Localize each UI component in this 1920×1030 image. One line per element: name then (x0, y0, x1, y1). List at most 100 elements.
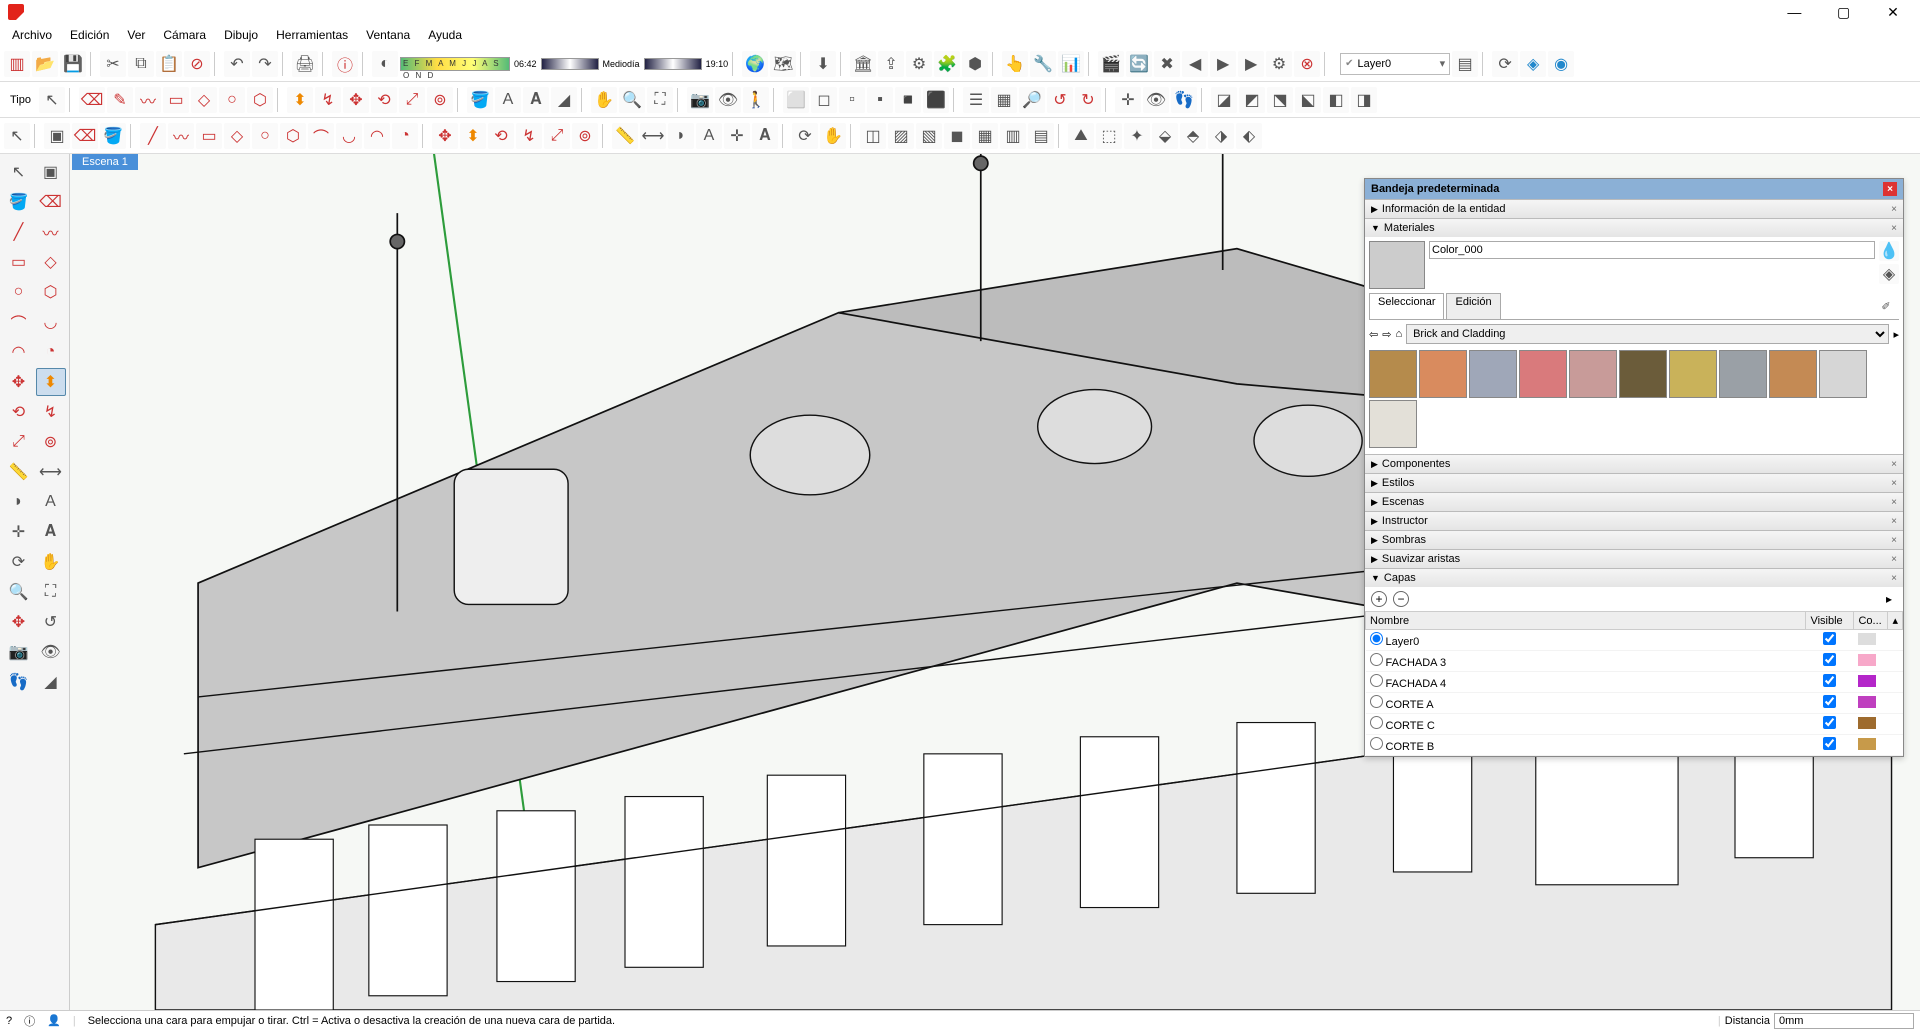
lt-circle-icon[interactable]: ○ (4, 278, 34, 306)
nav-back-icon[interactable]: ⇦ (1369, 328, 1378, 341)
view-left-icon[interactable]: ◾ (895, 87, 921, 113)
menu-draw[interactable]: Dibujo (216, 26, 266, 44)
lt-zoomext-icon[interactable]: ✥ (4, 608, 34, 636)
scale2-icon[interactable]: ⤢ (544, 123, 570, 149)
sandbox-6-icon[interactable]: ⬗ (1208, 123, 1234, 149)
offset2-icon[interactable]: ⊚ (572, 123, 598, 149)
panel-soften-head[interactable]: ▶Suavizar aristas× (1365, 550, 1903, 568)
eye-icon[interactable]: 👁 (1143, 87, 1169, 113)
tape-measure-icon[interactable]: 📏 (612, 123, 638, 149)
lt-section-icon[interactable]: ◢ (36, 668, 66, 696)
move2-icon[interactable]: ✥ (432, 123, 458, 149)
ext-3-icon[interactable]: ⬢ (962, 51, 988, 77)
tray-close-icon[interactable]: × (1883, 182, 1897, 196)
panel-close-icon[interactable]: × (1891, 497, 1897, 508)
lt-dim-icon[interactable]: ⟷ (36, 458, 66, 486)
layer-row[interactable]: Layer0 (1366, 630, 1903, 651)
panel-close-icon[interactable]: × (1891, 573, 1897, 584)
style-xray-icon[interactable]: ◫ (860, 123, 886, 149)
copy-icon[interactable]: ⧉ (128, 51, 154, 77)
sample-paint-icon[interactable]: 💧 (1879, 241, 1899, 261)
view-right-icon[interactable]: ▫ (839, 87, 865, 113)
shadow-toggle-icon[interactable]: ◐ (372, 51, 398, 77)
3dtext2-icon[interactable]: 𝐀 (752, 123, 778, 149)
solids-5-icon[interactable]: ◧ (1323, 87, 1349, 113)
layer-visible-check[interactable] (1823, 695, 1836, 708)
scene-prev-icon[interactable]: ◀ (1182, 51, 1208, 77)
cut-icon[interactable]: ✂ (100, 51, 126, 77)
lt-protractor-icon[interactable]: ◗ (4, 488, 34, 516)
view-bottom-icon[interactable]: ⬛ (923, 87, 949, 113)
material-library-dropdown[interactable]: Brick and Cladding (1406, 324, 1889, 344)
lt-eraser-icon[interactable]: ⌫ (36, 188, 66, 216)
sandbox-1-icon[interactable]: ⛰ (1068, 123, 1094, 149)
lt-rotate-icon[interactable]: ⟲ (4, 398, 34, 426)
panel-close-icon[interactable]: × (1891, 223, 1897, 234)
lt-pushpull-icon[interactable]: ⬍ (36, 368, 66, 396)
lt-axes-icon[interactable]: ✛ (4, 518, 34, 546)
lt-polygon-icon[interactable]: ⬡ (36, 278, 66, 306)
section-icon[interactable]: ◢ (551, 87, 577, 113)
eyedropper-icon[interactable]: ✐ (1873, 293, 1899, 319)
ext-manager-icon[interactable]: 🧩 (934, 51, 960, 77)
look-around-icon[interactable]: 👁 (715, 87, 741, 113)
create-material-icon[interactable]: ◈ (1879, 264, 1899, 284)
layer-visible-check[interactable] (1823, 632, 1836, 645)
warehouse-icon[interactable]: 🏛 (850, 51, 876, 77)
close-button[interactable]: ✕ (1870, 0, 1916, 24)
lt-pie-icon[interactable]: ◔ (36, 338, 66, 366)
pushpull2-icon[interactable]: ⬍ (460, 123, 486, 149)
geo-toggle-icon[interactable]: 🗺 (770, 51, 796, 77)
lt-paint-icon[interactable]: 🪣 (4, 188, 34, 216)
layers-menu-icon[interactable]: ▸ (1881, 591, 1897, 607)
layer-manager-icon[interactable]: ▤ (1452, 51, 1478, 77)
rotate-icon[interactable]: ⟲ (371, 87, 397, 113)
layer-color-swatch[interactable] (1858, 696, 1876, 708)
lt-pan-icon[interactable]: ✋ (36, 548, 66, 576)
panel-scenes-head[interactable]: ▶Escenas× (1365, 493, 1903, 511)
sandbox-4-icon[interactable]: ⬙ (1152, 123, 1178, 149)
lt-arc-icon[interactable]: ⌒ (4, 308, 34, 336)
col-name[interactable]: Nombre (1366, 612, 1806, 630)
tab-select[interactable]: Seleccionar (1369, 293, 1444, 319)
layer-row[interactable]: FACHADA 3 (1366, 651, 1903, 672)
layer-dropdown[interactable]: Layer0 (1340, 53, 1450, 75)
walk-icon[interactable]: 🚶 (743, 87, 769, 113)
solids-3-icon[interactable]: ⬔ (1267, 87, 1293, 113)
scene-update-icon[interactable]: 🔄 (1126, 51, 1152, 77)
col-visible[interactable]: Visible (1806, 612, 1854, 630)
view-iso-icon[interactable]: ◈ (1520, 51, 1546, 77)
lt-zoom-icon[interactable]: 🔍 (4, 578, 34, 606)
delete-icon[interactable]: ⊘ (184, 51, 210, 77)
view-front-icon[interactable]: ◻ (811, 87, 837, 113)
dimension-icon[interactable]: ⟷ (640, 123, 666, 149)
lt-walk-icon[interactable]: 👣 (4, 668, 34, 696)
dc-attributes-icon[interactable]: 📊 (1058, 51, 1084, 77)
style-mono-icon[interactable]: ▥ (1000, 123, 1026, 149)
solids-6-icon[interactable]: ◨ (1351, 87, 1377, 113)
axes2-icon[interactable]: ✛ (724, 123, 750, 149)
layer-row[interactable]: CORTE C (1366, 714, 1903, 735)
lt-followme-icon[interactable]: ↯ (36, 398, 66, 426)
make-component-icon[interactable]: ▣ (44, 123, 70, 149)
panel-shadows-head[interactable]: ▶Sombras× (1365, 531, 1903, 549)
material-swatch[interactable] (1819, 350, 1867, 398)
dc-options-icon[interactable]: 🔧 (1030, 51, 1056, 77)
rotate2-icon[interactable]: ⟲ (488, 123, 514, 149)
scale-icon[interactable]: ⤢ (399, 87, 425, 113)
rectangle-icon[interactable]: ▭ (163, 87, 189, 113)
panel-materials-head[interactable]: ▼ Materiales × (1365, 219, 1903, 237)
tray-title[interactable]: Bandeja predeterminada × (1365, 179, 1903, 199)
rotrect2-icon[interactable]: ◇ (224, 123, 250, 149)
circle-icon[interactable]: ○ (219, 87, 245, 113)
orbit-icon[interactable]: ⟳ (1492, 51, 1518, 77)
material-name-input[interactable] (1429, 241, 1875, 259)
layer-color-swatch[interactable] (1858, 633, 1876, 645)
current-material-swatch[interactable] (1369, 241, 1425, 289)
arc2-icon[interactable]: ◡ (336, 123, 362, 149)
move-icon[interactable]: ✥ (343, 87, 369, 113)
lt-prev-icon[interactable]: ↺ (36, 608, 66, 636)
material-swatch[interactable] (1719, 350, 1767, 398)
style-shaded-tex-icon[interactable]: ▦ (972, 123, 998, 149)
lt-select-icon[interactable]: ↖ (4, 158, 34, 186)
